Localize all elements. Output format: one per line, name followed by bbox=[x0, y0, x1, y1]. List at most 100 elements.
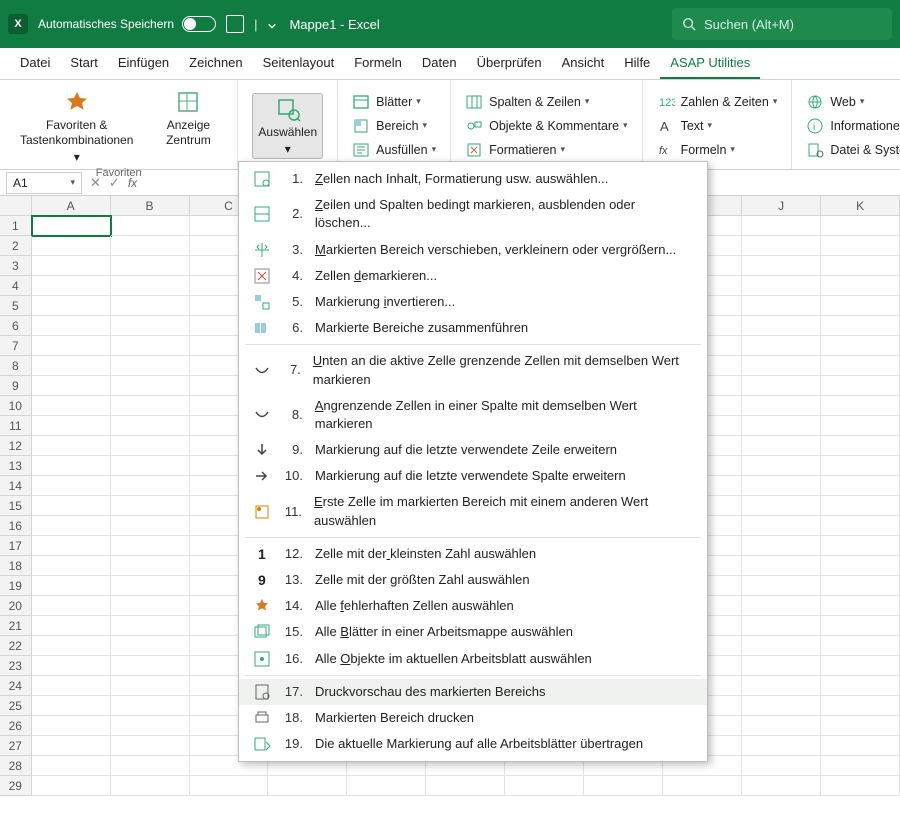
cell[interactable] bbox=[821, 556, 900, 576]
cell[interactable] bbox=[821, 236, 900, 256]
col-header[interactable]: J bbox=[742, 196, 821, 216]
menu-item-9[interactable]: 9.Markierung auf die letzte verwendete Z… bbox=[239, 437, 707, 463]
menu-item-7[interactable]: 7.Unten an die aktive Zelle grenzende Ze… bbox=[239, 348, 707, 392]
row-header[interactable]: 25 bbox=[0, 696, 32, 716]
cell[interactable] bbox=[742, 676, 821, 696]
cell[interactable] bbox=[111, 396, 190, 416]
row-header[interactable]: 18 bbox=[0, 556, 32, 576]
ribbon-tab-formeln[interactable]: Formeln bbox=[344, 49, 412, 79]
cell[interactable] bbox=[742, 776, 821, 796]
row-header[interactable]: 7 bbox=[0, 336, 32, 356]
cell[interactable] bbox=[32, 556, 111, 576]
search-input[interactable]: Suchen (Alt+M) bbox=[672, 8, 892, 40]
col-header[interactable]: B bbox=[111, 196, 190, 216]
favorites-button[interactable]: Favoriten & Tastenkombinationen ▾ bbox=[14, 86, 139, 167]
cell[interactable] bbox=[742, 416, 821, 436]
cell[interactable] bbox=[505, 776, 584, 796]
cell[interactable] bbox=[111, 296, 190, 316]
cell[interactable] bbox=[32, 516, 111, 536]
cell[interactable] bbox=[742, 756, 821, 776]
menu-item-18[interactable]: 18.Markierten Bereich drucken bbox=[239, 705, 707, 731]
row-header[interactable]: 22 bbox=[0, 636, 32, 656]
row-header[interactable]: 5 bbox=[0, 296, 32, 316]
menu-item-17[interactable]: 17.Druckvorschau des markierten Bereichs bbox=[239, 679, 707, 705]
ribbon-cmd-web[interactable]: Web▾ bbox=[806, 93, 900, 111]
cell[interactable] bbox=[742, 736, 821, 756]
cell[interactable] bbox=[32, 396, 111, 416]
cell[interactable] bbox=[584, 776, 663, 796]
ribbon-cmd-datei-system[interactable]: Datei & System▾ bbox=[806, 141, 900, 159]
row-header[interactable]: 15 bbox=[0, 496, 32, 516]
row-header[interactable]: 9 bbox=[0, 376, 32, 396]
ribbon-tab-einfügen[interactable]: Einfügen bbox=[108, 49, 179, 79]
auswaehlen-button[interactable]: Auswählen ▾ bbox=[252, 93, 323, 159]
cell[interactable] bbox=[742, 436, 821, 456]
menu-item-13[interactable]: 913.Zelle mit der größten Zahl auswählen bbox=[239, 567, 707, 593]
cell[interactable] bbox=[821, 516, 900, 536]
ribbon-cmd-objekte-kommentare[interactable]: Objekte & Kommentare▾ bbox=[465, 117, 627, 135]
row-header[interactable]: 16 bbox=[0, 516, 32, 536]
cell[interactable] bbox=[32, 656, 111, 676]
cell[interactable] bbox=[111, 556, 190, 576]
cell[interactable] bbox=[821, 296, 900, 316]
cell[interactable] bbox=[111, 376, 190, 396]
cell[interactable] bbox=[32, 596, 111, 616]
cell[interactable] bbox=[742, 316, 821, 336]
cell[interactable] bbox=[32, 456, 111, 476]
cell[interactable] bbox=[821, 316, 900, 336]
cell[interactable] bbox=[821, 356, 900, 376]
cell[interactable] bbox=[32, 436, 111, 456]
cell[interactable] bbox=[111, 336, 190, 356]
cell[interactable] bbox=[111, 696, 190, 716]
cell[interactable] bbox=[742, 336, 821, 356]
cell[interactable] bbox=[111, 616, 190, 636]
menu-item-3[interactable]: 3.Markierten Bereich verschieben, verkle… bbox=[239, 237, 707, 263]
cell[interactable] bbox=[32, 536, 111, 556]
ribbon-cmd-formatieren[interactable]: Formatieren▾ bbox=[465, 141, 627, 159]
cell[interactable] bbox=[821, 756, 900, 776]
cell[interactable] bbox=[111, 436, 190, 456]
row-header[interactable]: 23 bbox=[0, 656, 32, 676]
cell[interactable] bbox=[111, 276, 190, 296]
cell[interactable] bbox=[111, 776, 190, 796]
cell[interactable] bbox=[32, 336, 111, 356]
cell[interactable] bbox=[111, 236, 190, 256]
cell[interactable] bbox=[742, 256, 821, 276]
cell[interactable] bbox=[821, 396, 900, 416]
cell[interactable] bbox=[347, 776, 426, 796]
cell[interactable] bbox=[111, 636, 190, 656]
row-header[interactable]: 1 bbox=[0, 216, 32, 236]
row-header[interactable]: 20 bbox=[0, 596, 32, 616]
cell[interactable] bbox=[32, 316, 111, 336]
cell[interactable] bbox=[111, 456, 190, 476]
ribbon-tab-daten[interactable]: Daten bbox=[412, 49, 467, 79]
cell[interactable] bbox=[821, 276, 900, 296]
cell[interactable] bbox=[821, 776, 900, 796]
toggle-icon[interactable] bbox=[182, 16, 216, 32]
cell[interactable] bbox=[742, 596, 821, 616]
ribbon-cmd-text[interactable]: AText▾ bbox=[657, 117, 778, 135]
row-header[interactable]: 21 bbox=[0, 616, 32, 636]
row-header[interactable]: 29 bbox=[0, 776, 32, 796]
row-header[interactable]: 4 bbox=[0, 276, 32, 296]
cell[interactable] bbox=[32, 616, 111, 636]
cell[interactable] bbox=[821, 736, 900, 756]
cell[interactable] bbox=[111, 316, 190, 336]
cell[interactable] bbox=[742, 656, 821, 676]
row-header[interactable]: 2 bbox=[0, 236, 32, 256]
ribbon-cmd-ausf-llen[interactable]: Ausfüllen▾ bbox=[352, 141, 436, 159]
cell[interactable] bbox=[111, 756, 190, 776]
ribbon-tab-asap-utilities[interactable]: ASAP Utilities bbox=[660, 49, 760, 79]
row-header[interactable]: 28 bbox=[0, 756, 32, 776]
cell[interactable] bbox=[821, 456, 900, 476]
cell[interactable] bbox=[663, 776, 742, 796]
save-icon[interactable] bbox=[226, 15, 244, 33]
menu-item-6[interactable]: 6.Markierte Bereiche zusammenführen bbox=[239, 315, 707, 341]
cell[interactable] bbox=[821, 496, 900, 516]
cell[interactable] bbox=[821, 336, 900, 356]
cell[interactable] bbox=[742, 536, 821, 556]
cell[interactable] bbox=[742, 556, 821, 576]
row-header[interactable]: 6 bbox=[0, 316, 32, 336]
cell[interactable] bbox=[111, 216, 190, 236]
cell[interactable] bbox=[821, 676, 900, 696]
